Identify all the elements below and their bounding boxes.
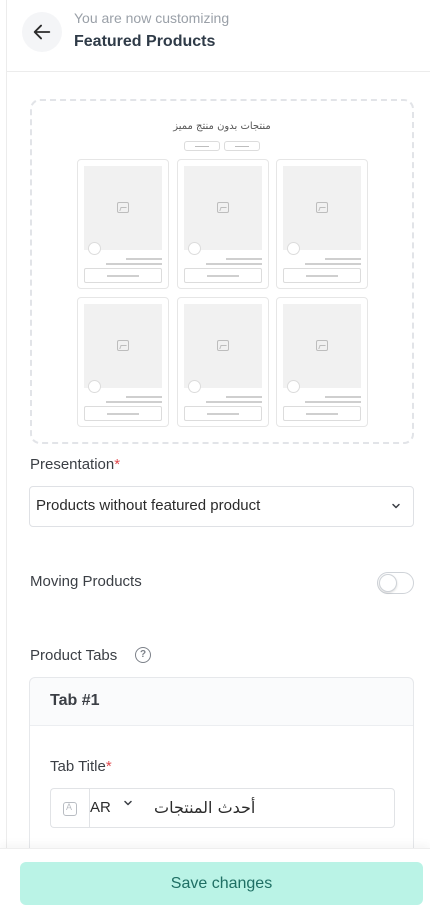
image-placeholder-icon: [316, 202, 328, 213]
tab-title-value: أحدث المنتجات: [154, 798, 256, 817]
presentation-label: Presentation*: [30, 456, 121, 473]
customizing-subtitle: You are now customizing: [74, 10, 230, 26]
preview-product-card: [276, 297, 368, 427]
image-placeholder-icon: [117, 202, 129, 213]
layout-preview[interactable]: منتجات بدون منتج مميز: [30, 99, 414, 444]
heart-icon: [287, 242, 300, 255]
tab-title-label: Tab Title*: [50, 758, 112, 775]
preview-product-card: [276, 159, 368, 289]
preview-product-card: [77, 159, 169, 289]
chevron-down-icon: [392, 503, 400, 509]
product-tabs-label: Product Tabs: [30, 647, 118, 664]
image-placeholder-icon: [217, 340, 229, 351]
tab-title-input[interactable]: AR أحدث المنتجات: [89, 788, 395, 828]
heart-icon: [188, 380, 201, 393]
save-changes-button[interactable]: Save changes: [20, 862, 423, 905]
help-icon[interactable]: ?: [135, 647, 151, 663]
image-placeholder-icon: [117, 340, 129, 351]
toggle-knob: [379, 574, 397, 592]
translate-icon: [63, 802, 77, 816]
presentation-select[interactable]: Products without featured product: [29, 486, 414, 527]
preview-tab: [224, 141, 260, 151]
chevron-down-icon: [124, 800, 132, 806]
tab-heading: Tab #1: [50, 692, 100, 709]
footer-bar: Save changes: [0, 848, 430, 916]
arrow-left-icon: [33, 24, 51, 40]
preview-product-card: [77, 297, 169, 427]
left-divider: [6, 0, 7, 916]
heart-icon: [88, 380, 101, 393]
section-title: Featured Products: [74, 33, 216, 50]
moving-products-label: Moving Products: [30, 573, 142, 590]
translate-button[interactable]: [50, 788, 89, 828]
presentation-selected-value: Products without featured product: [36, 497, 261, 514]
back-button[interactable]: [22, 12, 62, 52]
tab-panel-header[interactable]: Tab #1: [30, 678, 413, 726]
image-placeholder-icon: [217, 202, 229, 213]
moving-products-toggle[interactable]: [377, 572, 414, 594]
customizer-header: You are now customizing Featured Product…: [6, 0, 430, 72]
preview-product-card: [177, 297, 269, 427]
preview-product-card: [177, 159, 269, 289]
language-select[interactable]: AR: [90, 799, 111, 816]
heart-icon: [188, 242, 201, 255]
image-placeholder-icon: [316, 340, 328, 351]
heart-icon: [88, 242, 101, 255]
preview-tab: [184, 141, 220, 151]
heart-icon: [287, 380, 300, 393]
preview-title: منتجات بدون منتج مميز: [173, 121, 271, 132]
